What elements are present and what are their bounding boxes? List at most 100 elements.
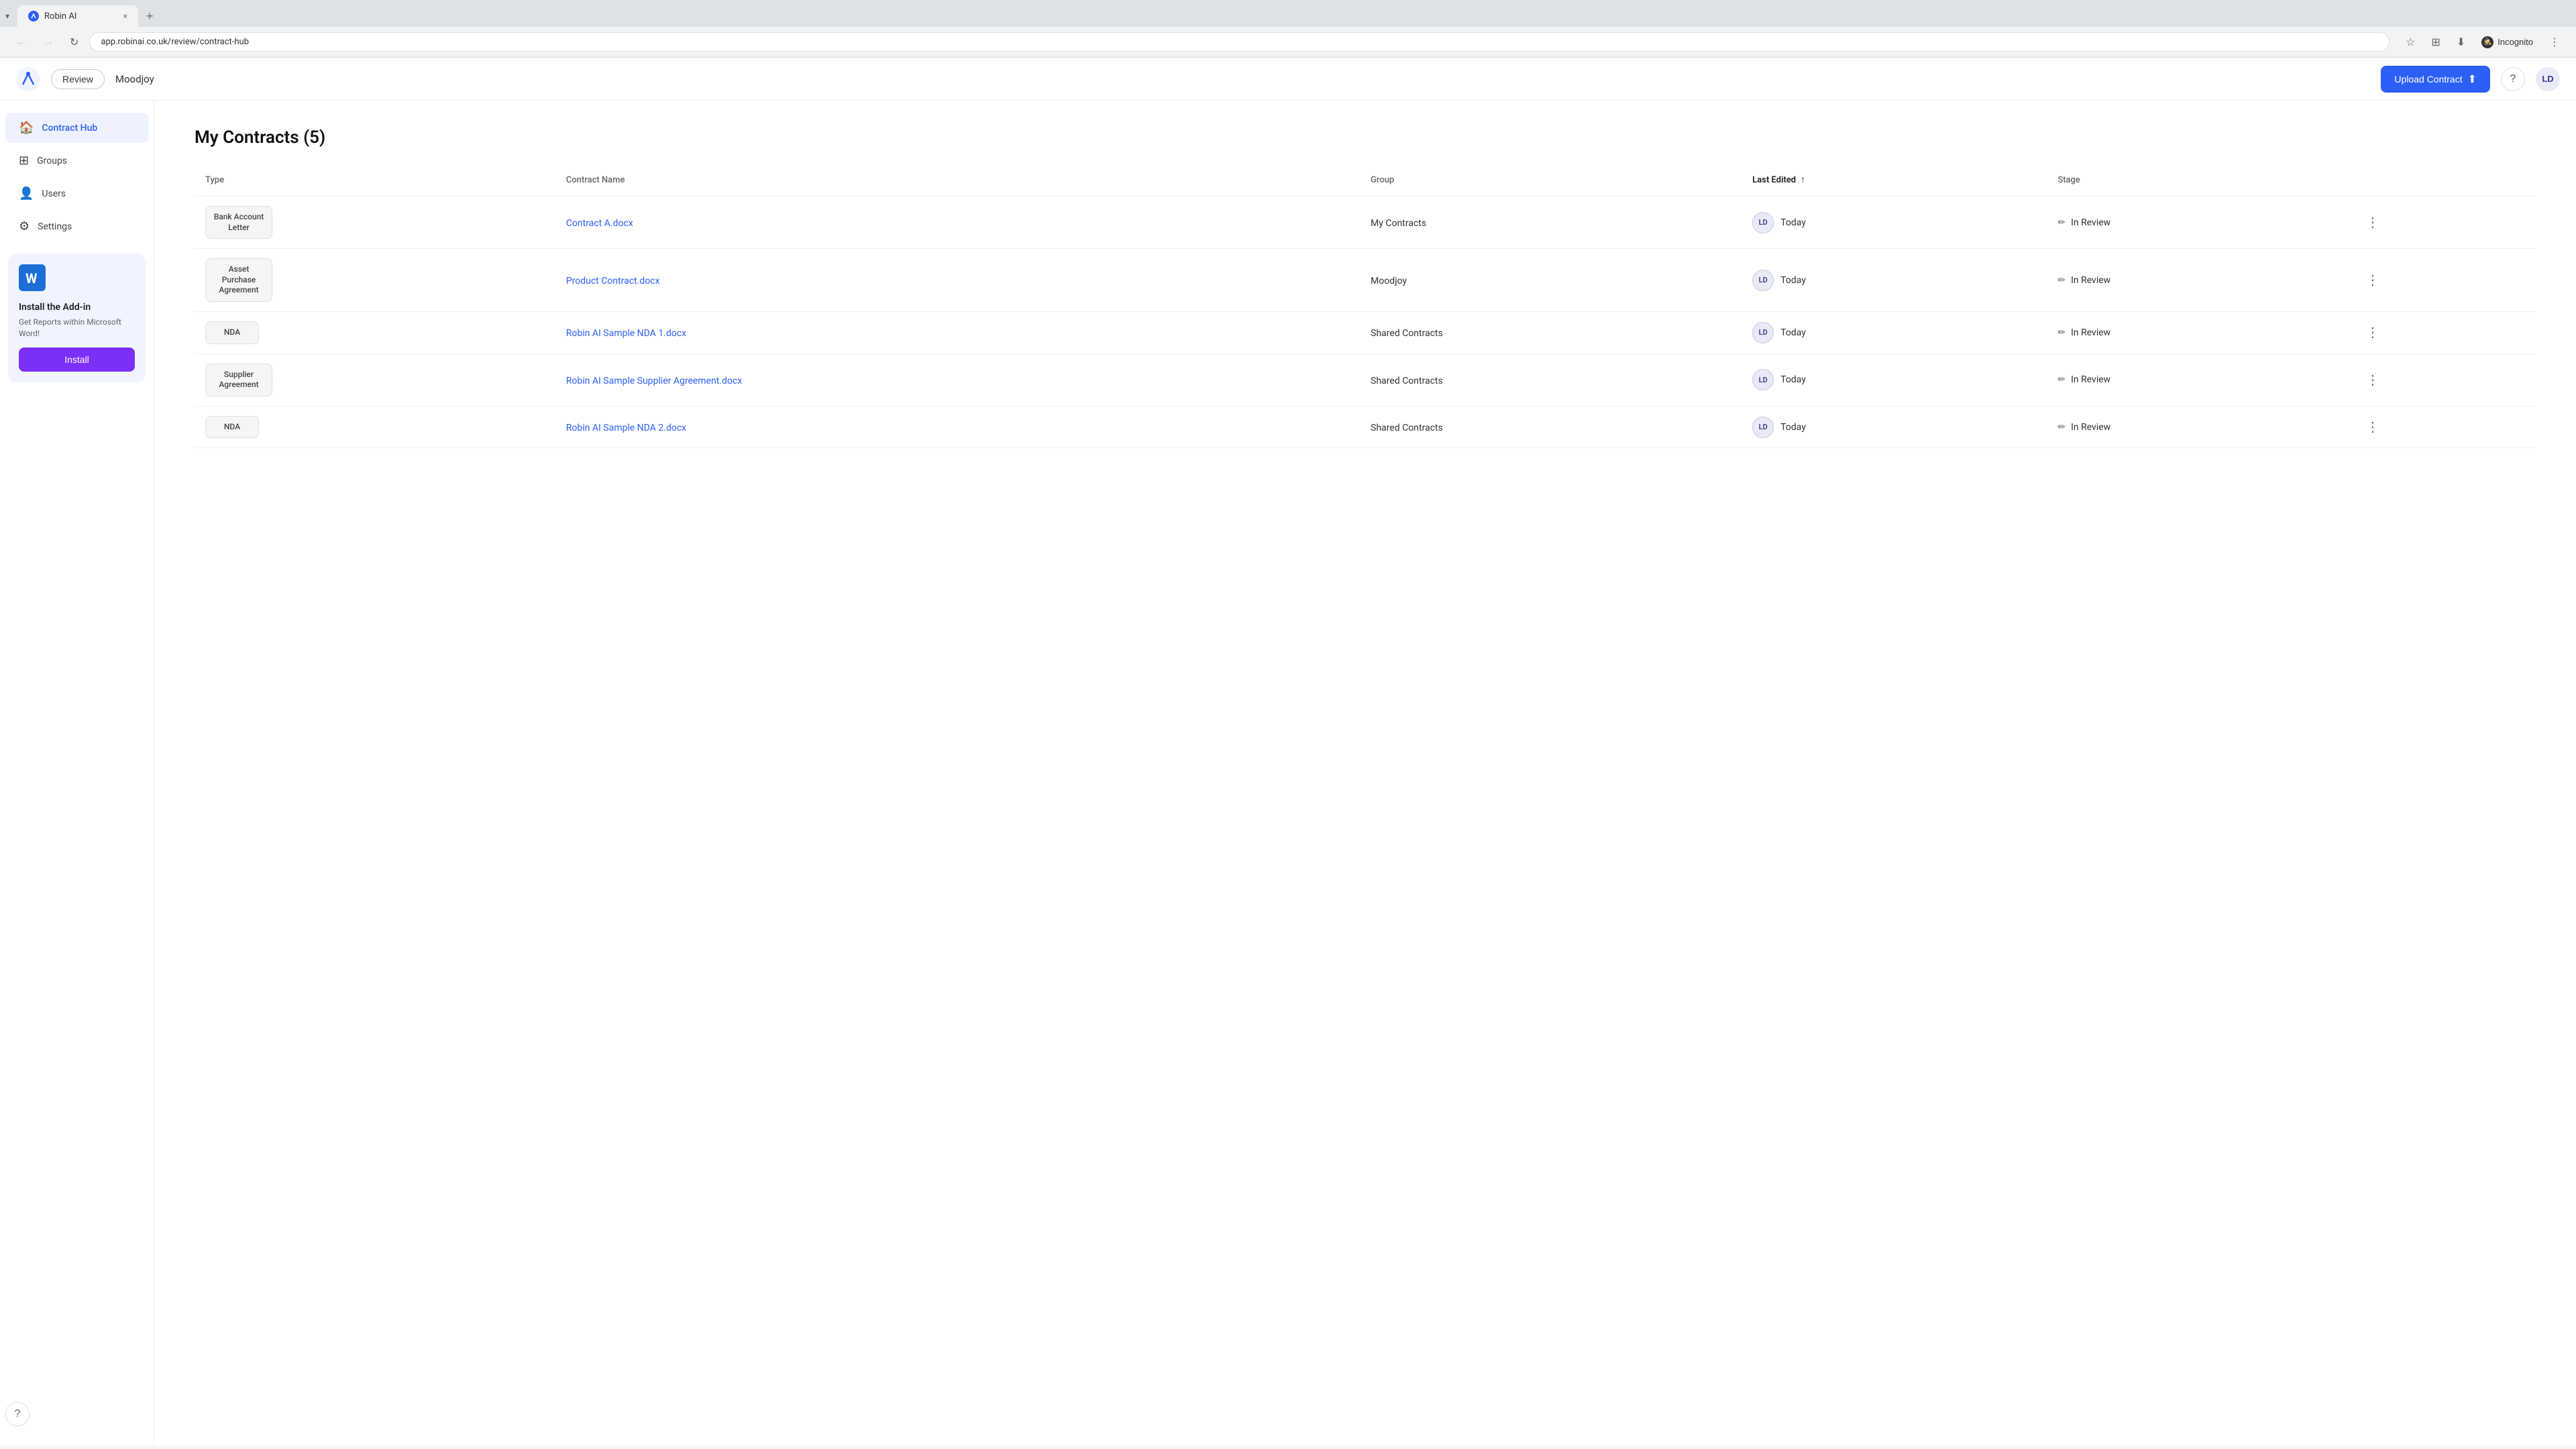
cell-group-0: My Contracts (1360, 197, 1741, 249)
cell-more-4: ⋮ (2350, 406, 2536, 448)
browser-nav-bar: ← → ↻ app.robinai.co.uk/review/contract-… (0, 27, 2576, 57)
sidebar-help-button[interactable]: ? (5, 1402, 30, 1426)
contract-link-1[interactable]: Product Contract.docx (566, 276, 660, 286)
org-name: Moodjoy (115, 73, 154, 85)
sort-arrow-icon: ↑ (1801, 175, 1805, 185)
stage-container-2: ✏ In Review (2057, 327, 2339, 338)
extensions-btn[interactable]: ⊞ (2426, 33, 2445, 52)
cell-type-2: NDA (195, 311, 555, 354)
tab-title: Robin AI (44, 11, 76, 21)
back-btn[interactable]: ← (11, 34, 32, 51)
sidebar-bottom: ? (0, 1394, 154, 1434)
review-button[interactable]: Review (51, 69, 105, 89)
cell-more-1: ⋮ (2350, 249, 2536, 312)
upload-icon: ⬆ (2468, 72, 2477, 86)
new-tab-btn[interactable]: + (141, 7, 159, 26)
table-row: Asset Purchase Agreement Product Contrac… (195, 249, 2536, 312)
stage-pencil-icon-2: ✏ (2057, 327, 2065, 338)
contract-link-4[interactable]: Robin AI Sample NDA 2.docx (566, 423, 686, 433)
forward-btn[interactable]: → (38, 34, 59, 51)
browser-tab-bar: ▾ Robin AI × + (0, 0, 2576, 27)
editor-avatar-4: LD (1752, 417, 1774, 438)
cell-type-3: Supplier Agreement (195, 354, 555, 406)
page-title: My Contracts (5) (195, 127, 2536, 148)
tab-close-btn[interactable]: × (123, 11, 127, 21)
stage-label-1: In Review (2071, 275, 2110, 286)
upload-contract-button[interactable]: Upload Contract ⬆ (2381, 66, 2490, 93)
col-contract-name: Contract Name (555, 169, 1360, 197)
browser-tab-active[interactable]: Robin AI × (17, 5, 138, 27)
row-more-button-2[interactable]: ⋮ (2361, 321, 2385, 343)
stage-pencil-icon-1: ✏ (2057, 275, 2065, 286)
users-icon: 👤 (19, 186, 34, 201)
type-badge-0: Bank Account Letter (205, 206, 272, 239)
table-row: Bank Account Letter Contract A.docx My C… (195, 197, 2536, 249)
contract-link-2[interactable]: Robin AI Sample NDA 1.docx (566, 328, 686, 339)
app-body: 🏠 Contract Hub ⊞ Groups 👤 Users ⚙ Settin… (0, 101, 2576, 1445)
edited-date-0: Today (1780, 217, 1806, 228)
user-avatar-button[interactable]: LD (2536, 67, 2560, 91)
cell-contract-name-1: Product Contract.docx (555, 249, 1360, 312)
sidebar-item-groups[interactable]: ⊞ Groups (5, 146, 148, 176)
sidebar: 🏠 Contract Hub ⊞ Groups 👤 Users ⚙ Settin… (0, 101, 154, 1445)
cell-contract-name-0: Contract A.docx (555, 197, 1360, 249)
tab-dropdown-btn[interactable]: ▾ (5, 11, 9, 21)
sidebar-addon-card: W Install the Add-in Get Reports within … (8, 254, 146, 382)
stage-container-3: ✏ In Review (2057, 374, 2339, 385)
browser-chrome: ▾ Robin AI × + ← → ↻ app.robinai.co.uk/r… (0, 0, 2576, 58)
download-btn[interactable]: ⬇ (2451, 33, 2471, 52)
incognito-btn[interactable]: 🕵 Incognito (2476, 34, 2538, 51)
cell-type-1: Asset Purchase Agreement (195, 249, 555, 312)
install-addon-button[interactable]: Install (19, 347, 135, 372)
cell-group-3: Shared Contracts (1360, 354, 1741, 406)
contract-link-3[interactable]: Robin AI Sample Supplier Agreement.docx (566, 376, 742, 386)
stage-pencil-icon-4: ✏ (2057, 422, 2065, 433)
cell-last-edited-4: LD Today (1741, 406, 2047, 448)
table-row: NDA Robin AI Sample NDA 1.docx Shared Co… (195, 311, 2536, 354)
edited-date-1: Today (1780, 275, 1806, 286)
sidebar-item-contract-hub[interactable]: 🏠 Contract Hub (5, 113, 148, 143)
row-more-button-1[interactable]: ⋮ (2361, 269, 2385, 291)
cell-more-2: ⋮ (2350, 311, 2536, 354)
incognito-label: Incognito (2498, 37, 2533, 47)
sidebar-item-settings[interactable]: ⚙ Settings (5, 211, 148, 241)
nav-actions: ☆ ⊞ ⬇ 🕵 Incognito ⋮ (2400, 33, 2565, 52)
cell-type-0: Bank Account Letter (195, 197, 555, 249)
group-name-4: Shared Contracts (1371, 423, 1443, 433)
row-more-button-0[interactable]: ⋮ (2361, 211, 2385, 233)
group-name-1: Moodjoy (1371, 276, 1407, 286)
addon-title: Install the Add-in (19, 302, 135, 313)
sidebar-item-label-users: Users (42, 189, 66, 199)
col-actions (2350, 169, 2536, 197)
row-more-button-3[interactable]: ⋮ (2361, 369, 2385, 391)
stage-pencil-icon-0: ✏ (2057, 217, 2065, 228)
help-button[interactable]: ? (2501, 67, 2525, 91)
main-content: My Contracts (5) Type Contract Name Grou… (154, 101, 2576, 1445)
editor-avatar-2: LD (1752, 322, 1774, 343)
cell-last-edited-2: LD Today (1741, 311, 2047, 354)
col-group: Group (1360, 169, 1741, 197)
app-logo (16, 67, 40, 91)
address-bar[interactable]: app.robinai.co.uk/review/contract-hub (89, 32, 2390, 52)
reload-btn[interactable]: ↻ (64, 33, 84, 52)
cell-more-0: ⋮ (2350, 197, 2536, 249)
cell-type-4: NDA (195, 406, 555, 448)
groups-icon: ⊞ (19, 154, 29, 168)
sidebar-item-users[interactable]: 👤 Users (5, 178, 148, 209)
stage-label-3: In Review (2071, 374, 2110, 385)
contract-link-0[interactable]: Contract A.docx (566, 218, 633, 229)
contract-hub-icon: 🏠 (19, 121, 34, 135)
row-more-button-4[interactable]: ⋮ (2361, 416, 2385, 438)
cell-more-3: ⋮ (2350, 354, 2536, 406)
last-edited-container-2: LD Today (1752, 322, 2036, 343)
cell-last-edited-0: LD Today (1741, 197, 2047, 249)
app-header: Review Moodjoy Upload Contract ⬆ ? LD (0, 58, 2576, 101)
cell-stage-4: ✏ In Review (2047, 406, 2350, 448)
sidebar-item-label-settings: Settings (38, 221, 72, 232)
cell-contract-name-4: Robin AI Sample NDA 2.docx (555, 406, 1360, 448)
browser-menu-btn[interactable]: ⋮ (2544, 33, 2565, 52)
upload-btn-label: Upload Contract (2394, 74, 2462, 85)
bookmark-btn[interactable]: ☆ (2400, 33, 2420, 52)
col-last-edited[interactable]: Last Edited ↑ (1741, 169, 2047, 197)
type-badge-3: Supplier Agreement (205, 364, 272, 396)
